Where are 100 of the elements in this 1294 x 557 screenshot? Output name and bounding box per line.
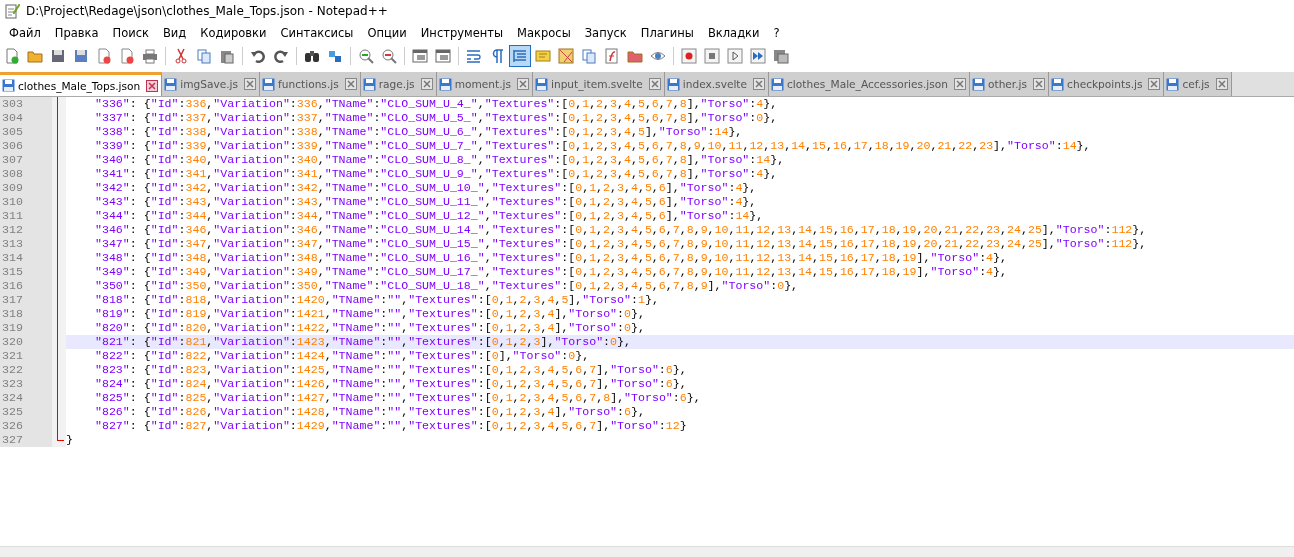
file-tab[interactable]: other.js xyxy=(970,72,1050,96)
menu-item[interactable]: Макросы xyxy=(510,26,578,40)
horizontal-scrollbar[interactable] xyxy=(0,546,1294,557)
menu-item[interactable]: Правка xyxy=(47,26,106,40)
file-tab[interactable]: index.svelte xyxy=(664,72,770,96)
close-icon[interactable] xyxy=(1215,78,1228,90)
code-line: "344": {"Id":344,"Variation":344,"TName":"CLO_SUM_U_12_","Textures":[0,1,2,3,4,5,6],"Torso":14}, xyxy=(94,209,765,223)
line-number: 321 xyxy=(0,349,52,363)
code-line: "825": {"Id":825,"Variation":1427,"TName":"","Textures":[0,1,2,3,4,5,6,7,8],"Torso":6}, xyxy=(94,391,702,405)
word-wrap-icon xyxy=(466,48,482,64)
code-line: "341": {"Id":341,"Variation":341,"TName":"CLO_SUM_U_9_","Textures":[0,1,2,3,4,5,6,7,8],"Torso":4}, xyxy=(94,167,779,181)
code-line: "339": {"Id":339,"Variation":339,"TName":"CLO_SUM_U_7_","Textures":[0,1,2,3,4,5,6,7,8,9,10,11,12,13,14,15,16,17,18,19,20,21,22,23],"Torso":14}, xyxy=(94,139,1092,153)
file-tab[interactable]: input_item.svelte xyxy=(533,72,665,96)
menu-item[interactable]: Синтаксисы xyxy=(273,26,361,40)
menu-item[interactable]: Поиск xyxy=(105,26,156,40)
tab-label: clothes_Male_Accessories.json xyxy=(787,78,948,90)
close-icon[interactable] xyxy=(420,78,433,90)
line-number: 310 xyxy=(0,195,52,209)
indent-guide-icon xyxy=(512,48,528,64)
menu-item[interactable]: Файл xyxy=(2,26,48,40)
file-tab[interactable]: moment.js xyxy=(436,72,533,96)
code-line: "826": {"Id":826,"Variation":1428,"TName":"","Textures":[0,1,2,3,4],"Torso":6}, xyxy=(94,405,646,419)
zoom-in-icon xyxy=(358,48,374,64)
close-icon[interactable] xyxy=(146,79,159,92)
tab-label: imgSave.js xyxy=(180,78,239,90)
close-icon[interactable] xyxy=(344,78,357,90)
copy-icon xyxy=(196,48,212,64)
line-number: 309 xyxy=(0,181,52,195)
redo-icon xyxy=(273,48,289,64)
line-number: 312 xyxy=(0,223,52,237)
file-tab[interactable]: imgSave.js xyxy=(162,72,261,96)
menu-item[interactable]: Запуск xyxy=(577,26,634,40)
floppy-disks-icon xyxy=(73,48,89,64)
line-number: 315 xyxy=(0,265,52,279)
document-close-icon xyxy=(96,48,112,64)
documents-icon xyxy=(581,48,597,64)
code-line: "827": {"Id":827,"Variation":1429,"TName":"","Textures":[0,1,2,3,4,5,6,7],"Torso":12} xyxy=(94,419,688,433)
file-tab[interactable]: functions.js xyxy=(260,72,361,96)
close-icon[interactable] xyxy=(648,78,661,90)
code-line: "342": {"Id":342,"Variation":342,"TName":"CLO_SUM_U_10_","Textures":[0,1,2,3,4,5,6],"Torso":4}, xyxy=(94,181,758,195)
play-icon xyxy=(727,48,743,64)
file-tab[interactable]: clothes_Male_Accessories.json xyxy=(769,72,970,96)
menu-item[interactable]: Плагины xyxy=(633,26,701,40)
tab-label: clothes_Male_Tops.json xyxy=(18,79,141,92)
line-number: 322 xyxy=(0,363,52,377)
menu-item[interactable]: Вкладки xyxy=(700,26,767,40)
record-icon xyxy=(681,48,697,64)
line-number: 303 xyxy=(0,97,52,111)
undo-icon xyxy=(250,48,266,64)
close-icon[interactable] xyxy=(1148,78,1161,90)
tab-label: cef.js xyxy=(1182,78,1210,90)
window-sync-icon xyxy=(435,48,451,64)
window-title: D:\Project\Redage\json\clothes_Male_Tops.json - Notepad++ xyxy=(26,4,388,18)
code-line: "349": {"Id":349,"Variation":349,"TName":"CLO_SUM_U_17_","Textures":[0,1,2,3,4,5,6,7,8,9,10,11,12,13,14,15,16,17,18,19],"Torso":4}, xyxy=(94,265,1008,279)
menu-item[interactable]: Вид xyxy=(156,26,194,40)
fast-forward-icon xyxy=(750,48,766,64)
close-icon[interactable] xyxy=(753,78,766,90)
line-number: 305 xyxy=(0,125,52,139)
zoom-out-icon xyxy=(381,48,397,64)
close-icon[interactable] xyxy=(517,78,529,90)
line-number: 307 xyxy=(0,153,52,167)
code-line: "824": {"Id":824,"Variation":1426,"TName":"","Textures":[0,1,2,3,4,5,6,7],"Torso":6}, xyxy=(94,377,688,391)
tab-label: other.js xyxy=(988,78,1028,90)
close-icon[interactable] xyxy=(1033,78,1046,90)
code-line: } xyxy=(66,433,74,447)
close-icon[interactable] xyxy=(244,78,257,90)
line-number: 324 xyxy=(0,391,52,405)
menu-item[interactable]: Инструменты xyxy=(413,26,511,40)
line-number: 311 xyxy=(0,209,52,223)
code-line: "343": {"Id":343,"Variation":343,"TName":"CLO_SUM_U_11_","Textures":[0,1,2,3,4,5,6],"Torso":4}, xyxy=(94,195,758,209)
close-icon[interactable] xyxy=(954,78,966,90)
printer-icon xyxy=(142,48,158,64)
code-line: "823": {"Id":823,"Variation":1425,"TName":"","Textures":[0,1,2,3,4,5,6,7],"Torso":6}, xyxy=(94,363,688,377)
file-tab[interactable]: checkpoints.js xyxy=(1049,72,1165,96)
function-list-icon xyxy=(604,48,620,64)
documents-close-icon xyxy=(119,48,135,64)
notepad-icon xyxy=(4,3,20,19)
file-tab[interactable]: clothes_Male_Tops.json xyxy=(0,72,163,96)
paste-icon xyxy=(219,48,235,64)
scissors-icon xyxy=(173,48,189,64)
code-line: "346": {"Id":346,"Variation":346,"TName":"CLO_SUM_U_14_","Textures":[0,1,2,3,4,5,6,7,8,9,10,11,12,13,14,15,16,17,18,19,20,21,22,23,24,25],"Torso":112}, xyxy=(94,223,1148,237)
line-number: 320 xyxy=(0,335,52,349)
tab-label: index.svelte xyxy=(682,78,748,90)
menu-item[interactable]: Кодировки xyxy=(193,26,274,40)
code-line: "818": {"Id":818,"Variation":1420,"TName":"","Textures":[0,1,2,3,4,5],"Torso":1}, xyxy=(94,293,660,307)
menu-item[interactable]: ? xyxy=(766,26,787,40)
code-line: "822": {"Id":822,"Variation":1424,"TName":"","Textures":[0],"Torso":0}, xyxy=(94,349,591,363)
line-number: 306 xyxy=(0,139,52,153)
menu-item[interactable]: Опции xyxy=(360,26,414,40)
tab-label: input_item.svelte xyxy=(551,78,643,90)
line-number: 327 xyxy=(0,433,52,447)
line-number: 319 xyxy=(0,321,52,335)
line-number: 316 xyxy=(0,279,52,293)
file-tab[interactable]: cef.js xyxy=(1164,72,1232,96)
line-number: 308 xyxy=(0,167,52,181)
line-number: 304 xyxy=(0,111,52,125)
file-tab[interactable]: rage.js xyxy=(360,72,437,96)
code-line: "819": {"Id":819,"Variation":1421,"TName":"","Textures":[0,1,2,3,4],"Torso":0}, xyxy=(94,307,646,321)
line-number: 314 xyxy=(0,251,52,265)
line-number: 317 xyxy=(0,293,52,307)
